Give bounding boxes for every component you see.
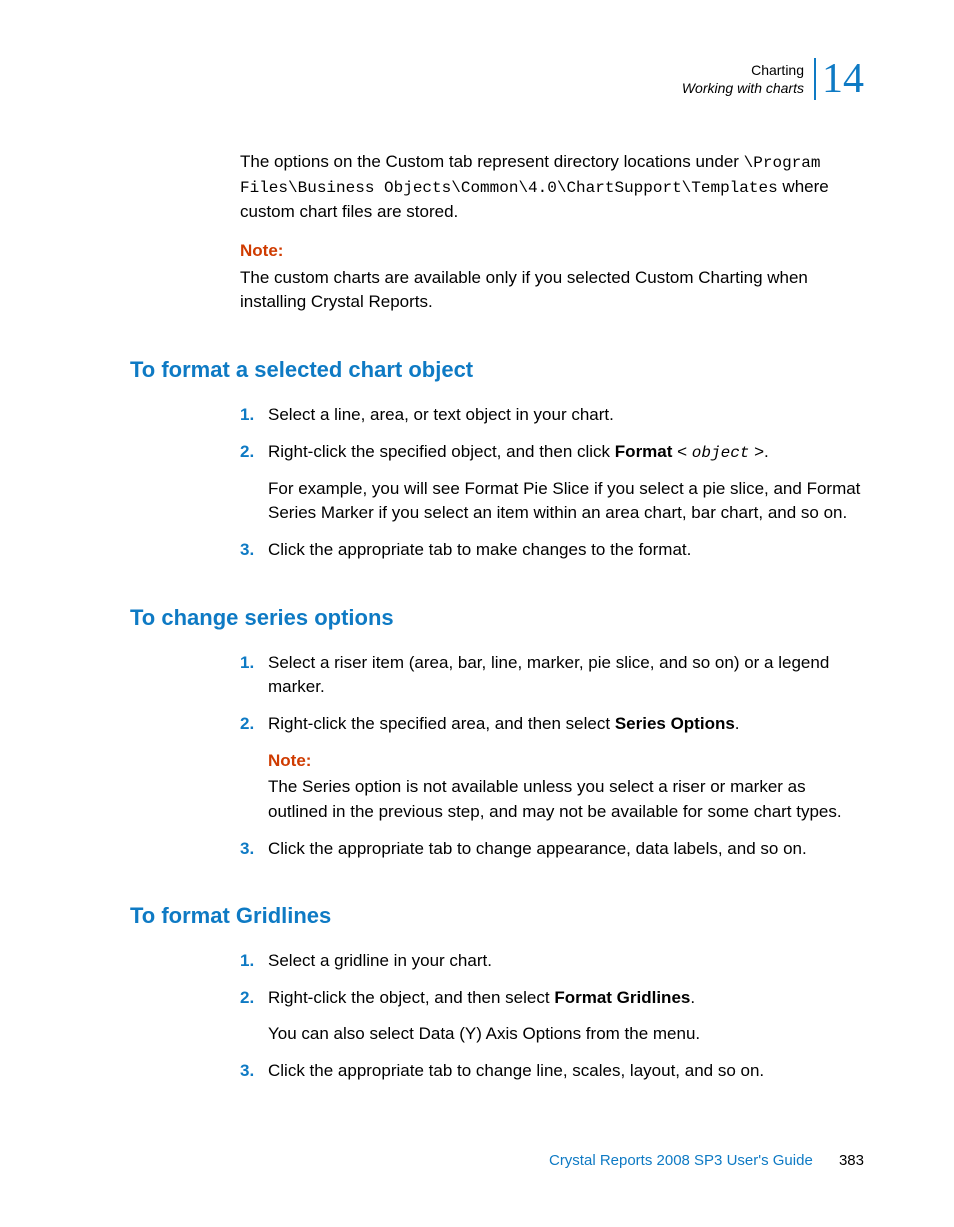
step-frag: Right-click the specified area, and then…: [268, 714, 615, 733]
step-text: Select a line, area, or text object in y…: [268, 403, 864, 428]
list-item: 2. Right-click the specified area, and t…: [240, 712, 864, 825]
header-subcategory: Working with charts: [682, 79, 804, 97]
step-bold: Format Gridlines: [554, 988, 690, 1007]
step-subtext: You can also select Data (Y) Axis Option…: [268, 1022, 864, 1047]
header-text: Charting Working with charts: [682, 61, 804, 97]
page-header: Charting Working with charts 14: [130, 58, 864, 100]
step-body: Right-click the specified area, and then…: [268, 712, 864, 825]
steps-format-gridlines: 1. Select a gridline in your chart. 2. R…: [240, 949, 864, 1084]
step-text: Click the appropriate tab to change appe…: [268, 837, 864, 862]
heading-series-options: To change series options: [130, 605, 864, 631]
step-number: 1.: [240, 403, 268, 428]
step-frag: Right-click the object, and then select: [268, 988, 554, 1007]
step-number: 2.: [240, 440, 268, 526]
step-number: 1.: [240, 651, 268, 700]
step-body: Right-click the object, and then select …: [268, 986, 864, 1047]
note-label: Note:: [268, 749, 864, 774]
step-number: 1.: [240, 949, 268, 974]
step-text: Click the appropriate tab to make change…: [268, 538, 864, 563]
step-number: 3.: [240, 538, 268, 563]
header-category: Charting: [682, 61, 804, 79]
step-text: Select a riser item (area, bar, line, ma…: [268, 651, 864, 700]
step-body: Right-click the specified object, and th…: [268, 440, 864, 526]
step-number: 3.: [240, 837, 268, 862]
note-label: Note:: [240, 239, 864, 264]
list-item: 2. Right-click the object, and then sele…: [240, 986, 864, 1047]
step-frag: <: [672, 442, 691, 461]
footer-page-number: 383: [839, 1152, 864, 1169]
heading-format-gridlines: To format Gridlines: [130, 903, 864, 929]
inline-code: object: [692, 444, 750, 462]
step-bold: Series Options: [615, 714, 735, 733]
note-text: The Series option is not available unles…: [268, 777, 842, 821]
step-number: 2.: [240, 712, 268, 825]
step-frag: >.: [749, 442, 768, 461]
step-frag: .: [735, 714, 740, 733]
list-item: 3. Click the appropriate tab to change a…: [240, 837, 864, 862]
list-item: 1. Select a gridline in your chart.: [240, 949, 864, 974]
list-item: 3. Click the appropriate tab to make cha…: [240, 538, 864, 563]
step-frag: .: [690, 988, 695, 1007]
document-page: Charting Working with charts 14 The opti…: [0, 0, 954, 1084]
note-text: The custom charts are available only if …: [240, 268, 808, 312]
intro-lead: The options on the Custom tab represent …: [240, 152, 744, 171]
list-item: 3. Click the appropriate tab to change l…: [240, 1059, 864, 1084]
heading-format-object: To format a selected chart object: [130, 357, 864, 383]
step-subtext: For example, you will see Format Pie Sli…: [268, 477, 864, 526]
step-bold: Format: [615, 442, 673, 461]
page-footer: Crystal Reports 2008 SP3 User's Guide 38…: [549, 1152, 864, 1169]
footer-title: Crystal Reports 2008 SP3 User's Guide: [549, 1152, 813, 1169]
step-text: Select a gridline in your chart.: [268, 949, 864, 974]
list-item: 2. Right-click the specified object, and…: [240, 440, 864, 526]
steps-series-options: 1. Select a riser item (area, bar, line,…: [240, 651, 864, 861]
list-item: 1. Select a riser item (area, bar, line,…: [240, 651, 864, 700]
intro-paragraph: The options on the Custom tab represent …: [240, 150, 864, 225]
list-item: 1. Select a line, area, or text object i…: [240, 403, 864, 428]
steps-format-object: 1. Select a line, area, or text object i…: [240, 403, 864, 563]
step-text: Click the appropriate tab to change line…: [268, 1059, 864, 1084]
intro-note: Note: The custom charts are available on…: [240, 239, 864, 315]
step-note: Note: The Series option is not available…: [268, 749, 864, 825]
step-frag: Right-click the specified object, and th…: [268, 442, 615, 461]
step-number: 3.: [240, 1059, 268, 1084]
step-number: 2.: [240, 986, 268, 1047]
chapter-number: 14: [814, 58, 864, 100]
